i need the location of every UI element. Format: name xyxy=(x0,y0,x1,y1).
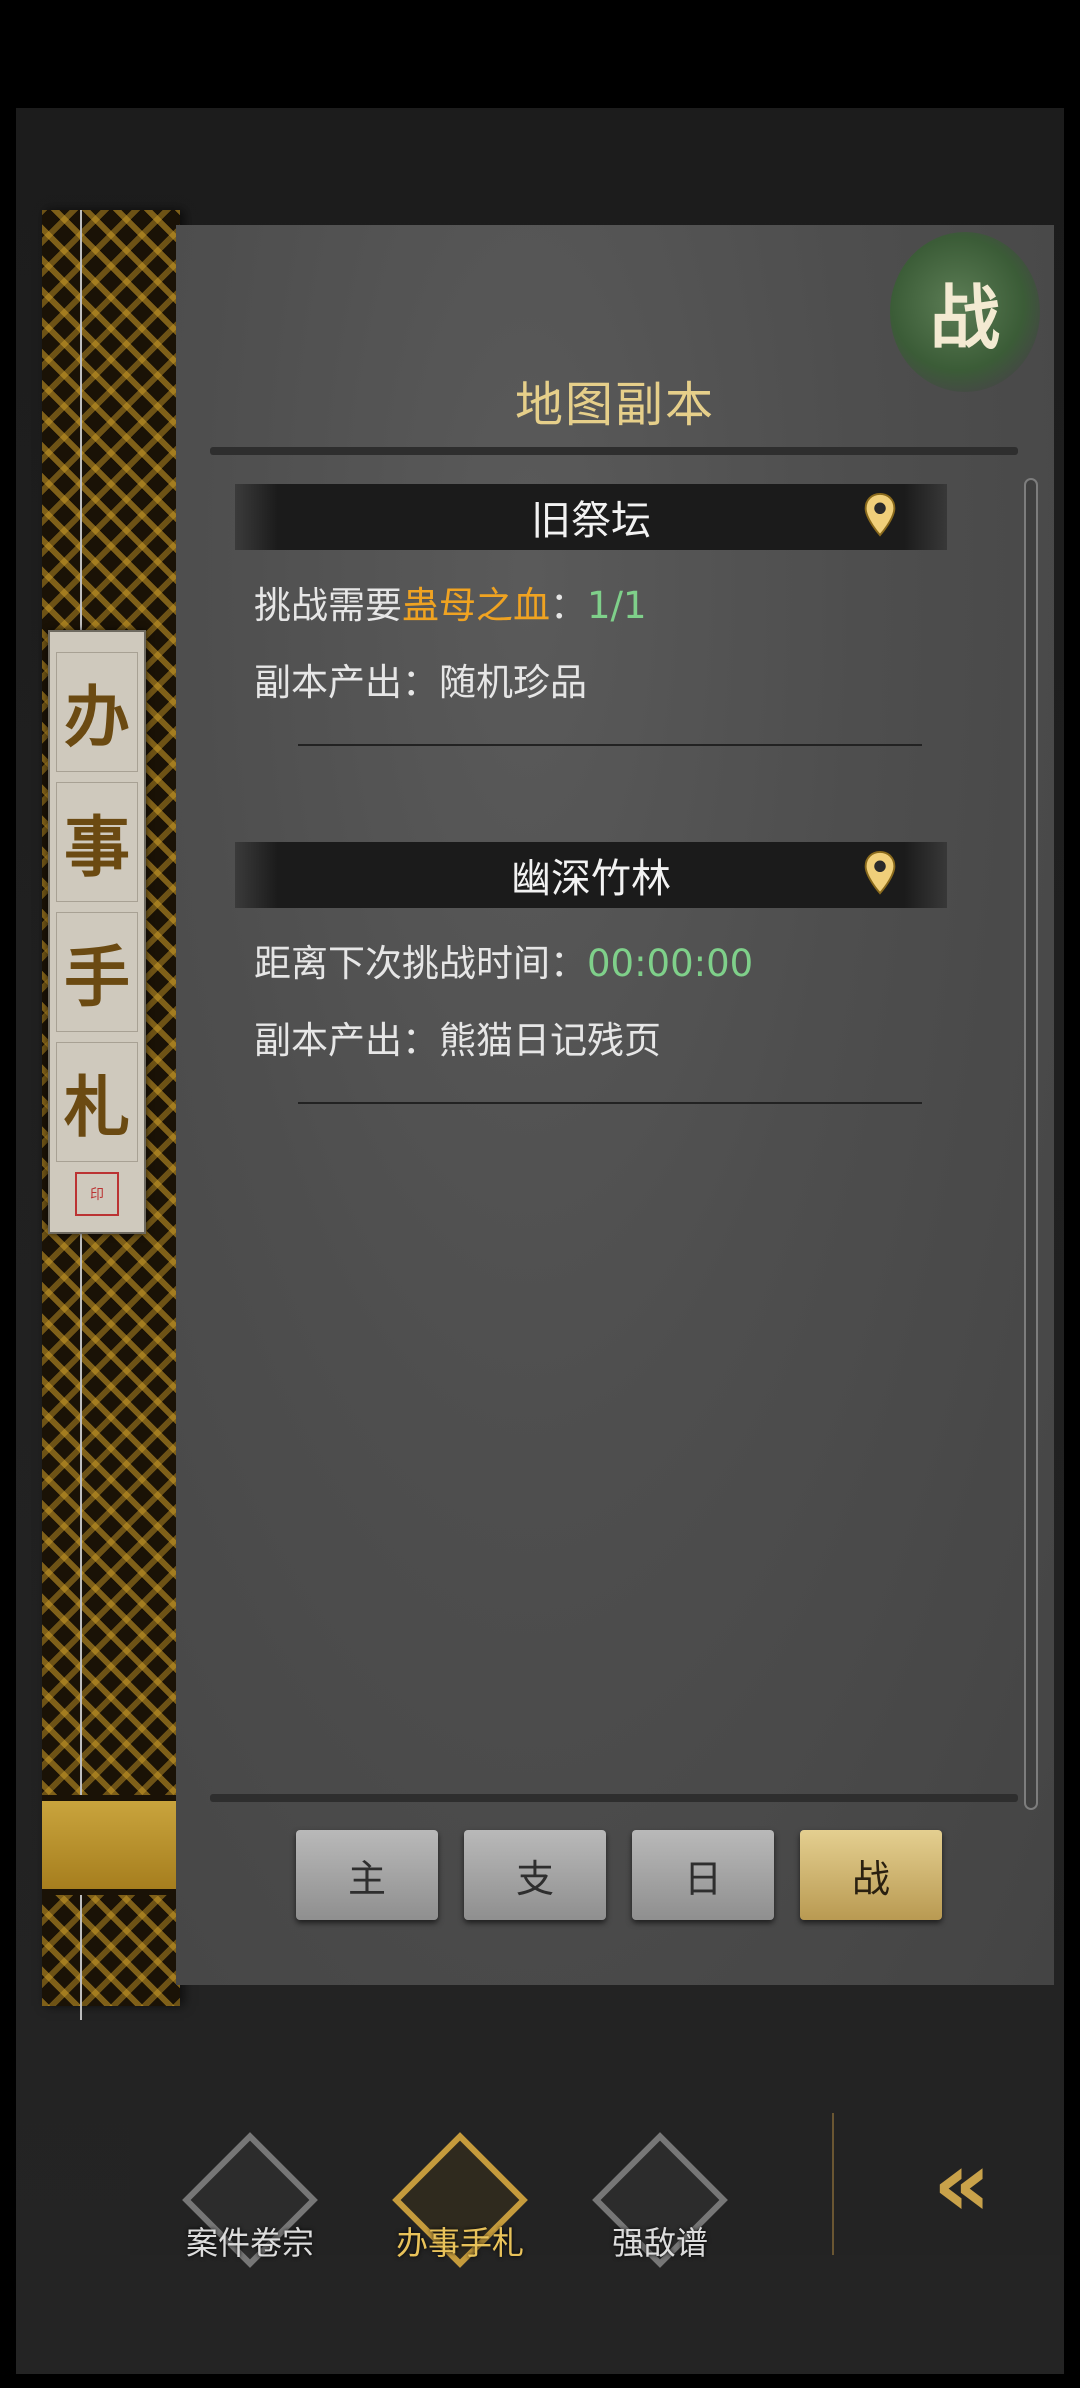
double-chevron-left-icon: « xyxy=(932,2131,991,2237)
nav-label: 强敌谱 xyxy=(611,2224,708,2262)
requirement-prefix: 挑战需要 xyxy=(254,584,402,627)
requirement-sep: ： xyxy=(550,584,587,627)
dungeon-name: 幽深竹林 xyxy=(511,856,671,902)
back-button[interactable]: « xyxy=(850,2113,1060,2255)
red-seal-icon: 印 xyxy=(75,1172,119,1216)
title-char: 札 xyxy=(56,1042,138,1162)
dungeon-entry-header[interactable]: 旧祭坛 xyxy=(235,484,947,550)
pole-band xyxy=(42,1795,180,1895)
title-char: 手 xyxy=(56,912,138,1032)
bottom-divider xyxy=(210,1794,1018,1802)
title-char: 事 xyxy=(56,782,138,902)
battle-seal-label: 战 xyxy=(930,275,1000,359)
nav-notebook[interactable]: 办事手札 xyxy=(375,2104,545,2268)
nav-enemy-list[interactable]: 强敌谱 xyxy=(575,2104,745,2268)
entry-divider xyxy=(298,744,922,746)
entry-divider xyxy=(298,1102,922,1104)
battle-seal-icon: 战 xyxy=(890,232,1040,392)
dungeon-name: 旧祭坛 xyxy=(531,498,651,544)
nav-separator xyxy=(832,2113,834,2255)
dungeon-output: 副本产出：随机珍品 xyxy=(254,661,587,704)
tab-main[interactable]: 主 xyxy=(296,1830,438,1920)
tab-battle[interactable]: 战 xyxy=(800,1830,942,1920)
nav-case-files[interactable]: 案件卷宗 xyxy=(165,2104,335,2268)
nav-label: 办事手札 xyxy=(395,2224,524,2262)
location-pin-icon[interactable] xyxy=(857,492,903,538)
cooldown-timer: 距离下次挑战时间：00:00:00 xyxy=(254,933,753,987)
cooldown-value: 00:00:00 xyxy=(587,942,754,985)
tab-daily[interactable]: 日 xyxy=(632,1830,774,1920)
cooldown-prefix: 距离下次挑战时间： xyxy=(254,942,587,985)
notebook-title-label: 办 事 手 札 印 xyxy=(48,630,146,1234)
challenge-requirement: 挑战需要蛊母之血：1/1 xyxy=(254,575,647,629)
tab-side[interactable]: 支 xyxy=(464,1830,606,1920)
title-char: 办 xyxy=(56,652,138,772)
required-item: 蛊母之血 xyxy=(402,584,550,627)
scrollbar[interactable] xyxy=(1024,478,1038,1810)
nav-label: 案件卷宗 xyxy=(185,2224,314,2262)
location-pin-icon[interactable] xyxy=(857,850,903,896)
requirement-count: 1/1 xyxy=(587,584,647,627)
dungeon-output: 副本产出：熊猫日记残页 xyxy=(254,1019,661,1062)
title-divider xyxy=(210,447,1018,455)
dungeon-entry-header[interactable]: 幽深竹林 xyxy=(235,842,947,908)
